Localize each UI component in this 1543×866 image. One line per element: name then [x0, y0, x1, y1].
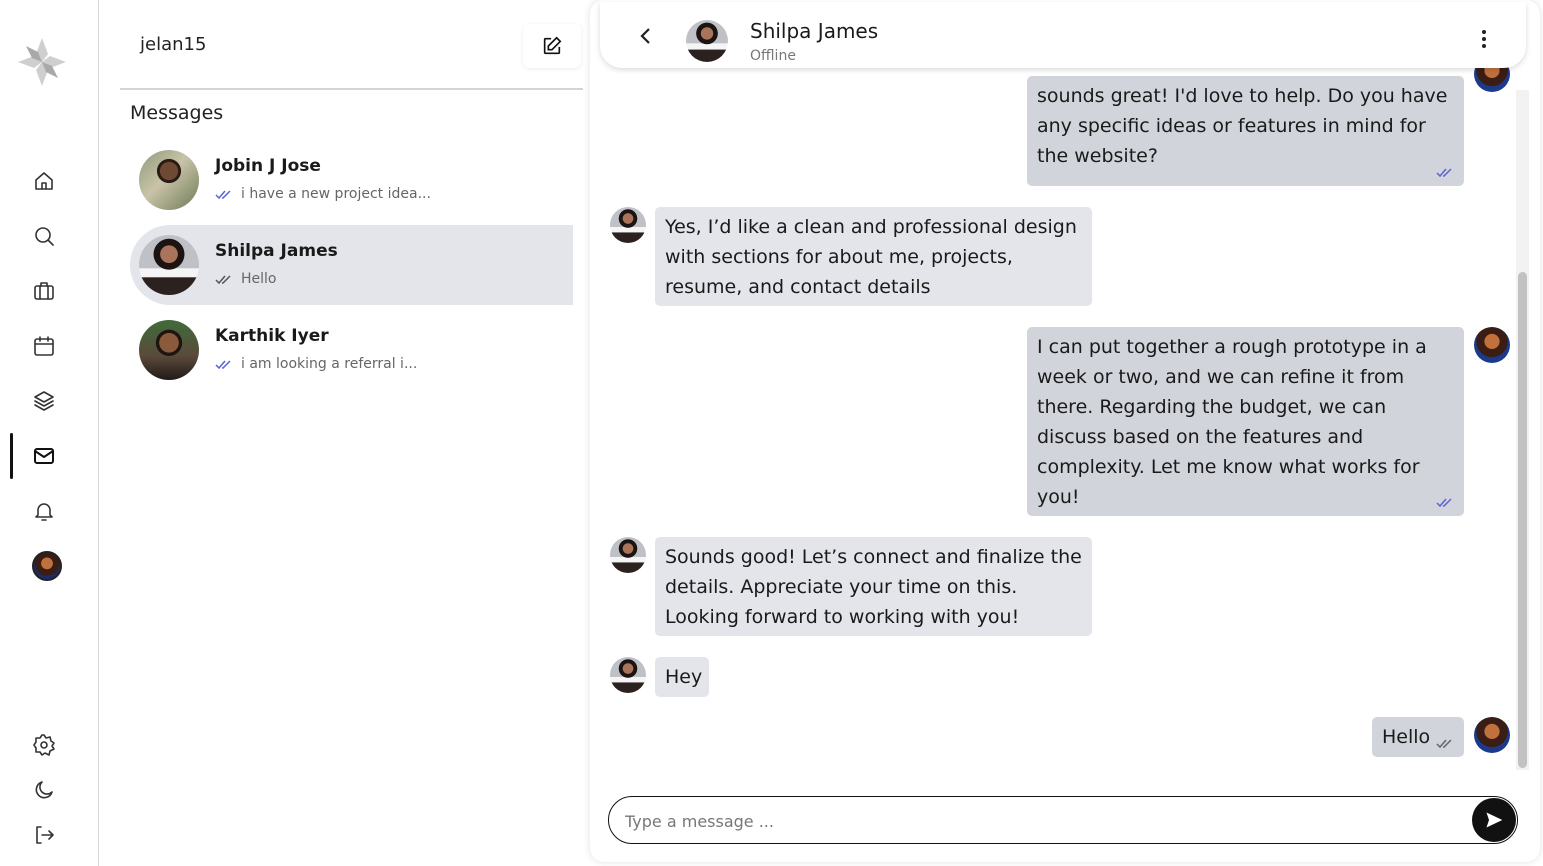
- message-list[interactable]: sounds great! I'd love to help. Do you h…: [590, 0, 1540, 780]
- avatar[interactable]: [32, 551, 62, 581]
- calendar-icon[interactable]: [30, 332, 58, 360]
- message-text: sounds great! I'd love to help. Do you h…: [1037, 85, 1448, 167]
- send-icon: [1486, 812, 1503, 828]
- message-text: I can put together a rough prototype in …: [1037, 336, 1427, 508]
- avatar: [139, 150, 199, 210]
- nav-rail: [0, 0, 99, 866]
- gear-icon[interactable]: [30, 731, 58, 759]
- message-bubble-outgoing: Hello: [1372, 717, 1464, 757]
- message-text: Hello: [1382, 726, 1431, 748]
- layers-icon[interactable]: [30, 387, 58, 415]
- more-dot: [1482, 30, 1486, 34]
- briefcase-icon[interactable]: [30, 277, 58, 305]
- message-composer: [608, 796, 1518, 844]
- contact-avatar[interactable]: [686, 20, 728, 62]
- read-receipt-icon: [215, 275, 231, 285]
- messages-heading: Messages: [130, 102, 224, 124]
- logout-icon[interactable]: [30, 821, 58, 849]
- avatar: [610, 537, 646, 573]
- message-text: Hey: [665, 666, 703, 688]
- scrollbar-thumb[interactable]: [1518, 272, 1527, 768]
- read-receipt-icon: [215, 190, 231, 200]
- conversation-item[interactable]: Jobin J Jose i have a new project idea..…: [130, 140, 573, 220]
- preview-text: i am looking a referral i...: [241, 356, 418, 372]
- conversation-name: Jobin J Jose: [215, 156, 321, 176]
- avatar: [139, 235, 199, 295]
- chat-header: Shilpa James Offline: [600, 2, 1526, 68]
- message-text: Yes, I’d like a clean and professional d…: [665, 216, 1077, 298]
- avatar: [1474, 327, 1510, 363]
- logo-icon[interactable]: [16, 36, 68, 88]
- mail-icon[interactable]: [30, 442, 58, 470]
- conversation-item-selected[interactable]: Shilpa James Hello: [130, 225, 573, 305]
- message-bubble-outgoing: sounds great! I'd love to help. Do you h…: [1027, 76, 1464, 186]
- message-bubble-incoming: Hey: [655, 657, 709, 697]
- send-button[interactable]: [1472, 798, 1516, 842]
- conversation-preview: i have a new project idea...: [215, 186, 431, 202]
- home-icon[interactable]: [30, 167, 58, 195]
- conversation-list-panel: jelan15 Messages Jobin J Jose i have a n…: [100, 0, 590, 866]
- list-header: jelan15: [120, 0, 583, 90]
- read-receipt-icon: [1436, 739, 1452, 749]
- conversation-item[interactable]: Karthik Iyer i am looking a referral i..…: [130, 310, 573, 390]
- username-label: jelan15: [140, 34, 207, 55]
- edit-icon: [543, 36, 562, 55]
- more-options-button[interactable]: [1480, 30, 1488, 50]
- moon-icon[interactable]: [30, 776, 58, 804]
- compose-button[interactable]: [523, 24, 581, 68]
- preview-text: Hello: [241, 271, 277, 287]
- contact-name: Shilpa James: [750, 19, 879, 43]
- message-text: Sounds good! Let’s connect and finalize …: [665, 546, 1082, 628]
- more-dot: [1482, 44, 1486, 48]
- message-bubble-incoming: Sounds good! Let’s connect and finalize …: [655, 537, 1092, 636]
- preview-text: i have a new project idea...: [241, 186, 431, 202]
- read-receipt-icon: [1436, 498, 1452, 508]
- read-receipt-icon: [1436, 168, 1452, 178]
- conversation-preview: i am looking a referral i...: [215, 356, 417, 372]
- message-bubble-incoming: Yes, I’d like a clean and professional d…: [655, 207, 1092, 306]
- contact-status: Offline: [750, 48, 796, 64]
- message-input[interactable]: [625, 809, 1445, 833]
- avatar: [610, 207, 646, 243]
- conversation-preview: Hello: [215, 271, 277, 287]
- search-icon[interactable]: [30, 222, 58, 250]
- conversation-name: Karthik Iyer: [215, 326, 329, 346]
- bell-icon[interactable]: [30, 497, 58, 525]
- read-receipt-icon: [215, 360, 231, 370]
- message-bubble-outgoing: I can put together a rough prototype in …: [1027, 327, 1464, 516]
- conversation-name: Shilpa James: [215, 241, 338, 261]
- more-dot: [1482, 37, 1486, 41]
- avatar: [610, 657, 646, 693]
- chevron-left-icon: [640, 28, 650, 44]
- back-button[interactable]: [636, 26, 656, 46]
- active-indicator: [10, 433, 13, 479]
- avatar: [139, 320, 199, 380]
- chat-panel: Shilpa James Offline sounds great! I'd l…: [590, 0, 1540, 862]
- avatar: [1474, 717, 1510, 753]
